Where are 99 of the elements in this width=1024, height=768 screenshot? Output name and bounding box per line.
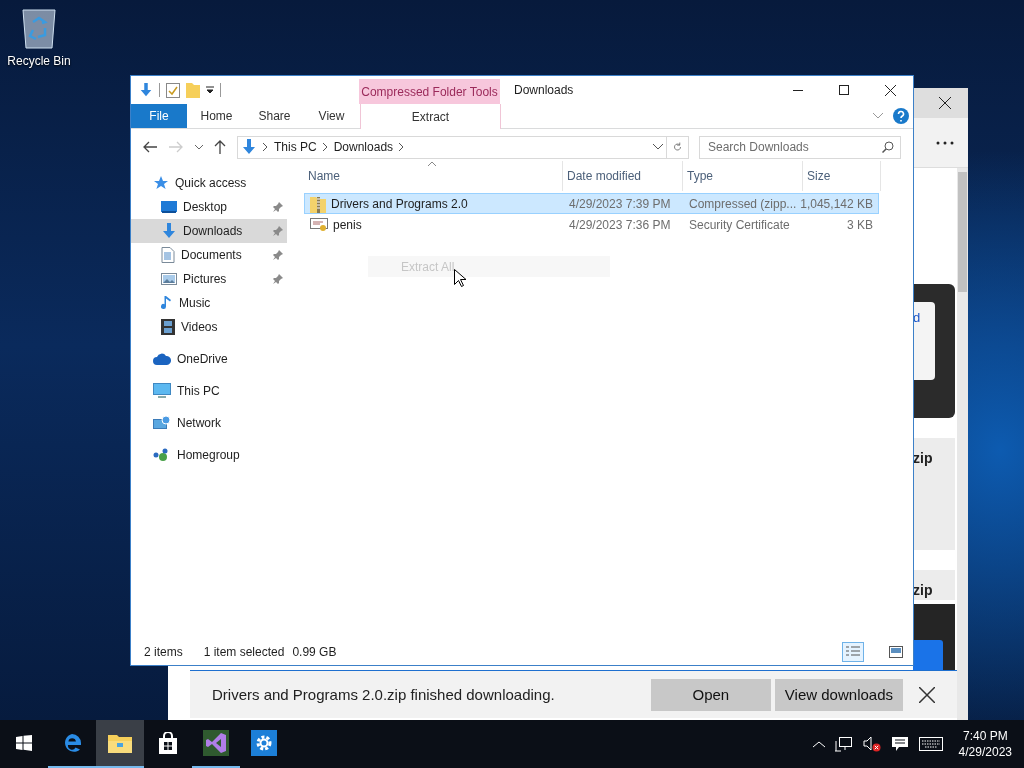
sort-caret-icon bbox=[428, 161, 436, 166]
taskbar-app[interactable] bbox=[96, 720, 144, 768]
help-icon[interactable] bbox=[893, 108, 909, 124]
selection-status: 1 item selected bbox=[203, 645, 285, 659]
ribbon-tab[interactable]: View bbox=[303, 104, 360, 128]
window-title: Downloads bbox=[514, 83, 574, 97]
ribbon-tab[interactable]: Home bbox=[187, 104, 246, 128]
file-name: zip bbox=[913, 450, 933, 468]
document-icon bbox=[161, 247, 175, 263]
music-note-icon bbox=[161, 295, 173, 311]
thumbnail-icon bbox=[889, 646, 903, 658]
file-row[interactable]: Drivers and Programs 2.0 4/29/2023 7:39 PM Compressed (zipp... 1,045,142 KB bbox=[304, 193, 879, 214]
chevron-right-icon[interactable] bbox=[399, 143, 405, 151]
recycle-bin-icon[interactable] bbox=[19, 6, 59, 50]
nav-item[interactable]: Network bbox=[131, 411, 291, 435]
windows-logo-icon bbox=[16, 735, 32, 751]
folder-icon[interactable] bbox=[108, 733, 132, 753]
date-cell-text: 4/29/2023 7:39 PM bbox=[568, 196, 672, 211]
pin-icon bbox=[273, 250, 283, 260]
minimize-icon bbox=[793, 89, 803, 91]
breadcrumb[interactable]: Downloads bbox=[330, 140, 397, 154]
close-icon bbox=[939, 97, 951, 109]
close-icon bbox=[884, 84, 896, 96]
nav-item[interactable]: Downloads bbox=[131, 219, 287, 243]
volume-muted-icon[interactable] bbox=[862, 736, 881, 752]
file-name: zip bbox=[913, 582, 933, 600]
type-cell-text: Security Certificate bbox=[688, 217, 791, 232]
chevron-down-icon bbox=[195, 144, 203, 150]
ribbon-tab[interactable]: Extract bbox=[360, 104, 501, 129]
column-header[interactable]: Date modified bbox=[563, 161, 683, 191]
caret-icon[interactable] bbox=[206, 86, 214, 94]
more-icon[interactable] bbox=[936, 140, 954, 145]
file-name: Drivers and Programs 2.0 bbox=[331, 196, 468, 211]
details-list-icon bbox=[845, 645, 861, 659]
nav-item[interactable]: Quick access bbox=[131, 171, 291, 195]
file-row[interactable]: penis 4/29/2023 7:36 PM Security Certificate 3 KB bbox=[304, 214, 879, 235]
selection-size: 0.99 GB bbox=[292, 645, 337, 659]
nav-item[interactable]: Homegroup bbox=[131, 443, 291, 467]
ribbon-tab[interactable]: File bbox=[131, 104, 187, 128]
item-count: 2 items bbox=[144, 645, 183, 659]
address-bar[interactable]: This PC Downloads bbox=[237, 135, 689, 159]
pin-icon bbox=[273, 274, 283, 284]
chevron-down-icon[interactable] bbox=[653, 144, 663, 150]
cloud-icon bbox=[153, 353, 171, 365]
clock[interactable]: 7:40 PM 4/29/2023 bbox=[958, 729, 1012, 759]
nav-item[interactable]: OneDrive bbox=[131, 347, 291, 371]
clock-date: 4/29/2023 bbox=[958, 745, 1012, 759]
ribbon-tab[interactable]: Share bbox=[246, 104, 303, 128]
up-arrow-icon bbox=[214, 140, 226, 154]
context-tab-header: Compressed Folder Tools bbox=[359, 79, 500, 104]
scrollbar-thumb[interactable] bbox=[958, 172, 967, 292]
pin-icon bbox=[273, 226, 283, 236]
action-center-icon[interactable] bbox=[890, 736, 909, 752]
maximize-icon bbox=[839, 85, 849, 95]
download-message: Drivers and Programs 2.0.zip finished downloading. bbox=[212, 686, 556, 703]
keyboard-icon[interactable] bbox=[918, 737, 943, 751]
chevron-right-icon[interactable] bbox=[263, 143, 268, 151]
download-arrow-icon[interactable] bbox=[139, 82, 153, 98]
column-header[interactable]: Size bbox=[803, 161, 881, 191]
file-name: penis bbox=[333, 217, 362, 232]
forward-arrow-icon bbox=[169, 141, 183, 153]
clock-time: 7:40 PM bbox=[962, 729, 1008, 743]
date-cell-text: 4/29/2023 7:36 PM bbox=[568, 217, 672, 232]
open-button[interactable]: Open bbox=[650, 678, 771, 711]
nav-item[interactable]: Documents bbox=[131, 243, 287, 267]
nav-item[interactable]: Desktop bbox=[131, 195, 287, 219]
computer-icon bbox=[153, 383, 171, 399]
back-arrow-icon bbox=[143, 141, 157, 153]
network-icon[interactable] bbox=[834, 736, 853, 752]
nav-item[interactable]: Music bbox=[131, 291, 287, 315]
breadcrumb[interactable]: This PC bbox=[271, 140, 320, 154]
nav-item[interactable]: Pictures bbox=[131, 267, 287, 291]
chevron-up-icon[interactable] bbox=[812, 740, 825, 748]
column-header[interactable]: Name bbox=[304, 161, 563, 191]
properties-icon[interactable] bbox=[166, 82, 180, 98]
view-downloads-button[interactable]: View downloads bbox=[774, 678, 903, 711]
nav-item[interactable]: Videos bbox=[131, 315, 287, 339]
close-icon bbox=[919, 686, 935, 703]
network-icon bbox=[153, 415, 171, 431]
film-icon bbox=[161, 319, 175, 335]
pin-icon bbox=[273, 202, 283, 212]
zip-folder-icon bbox=[310, 194, 326, 213]
search-icon[interactable] bbox=[882, 140, 894, 153]
gear-icon[interactable] bbox=[251, 730, 277, 756]
download-arrow-icon bbox=[161, 223, 177, 239]
size-cell-text: 3 KB bbox=[846, 217, 874, 232]
column-header[interactable]: Type bbox=[683, 161, 803, 191]
refresh-icon bbox=[673, 141, 682, 153]
chevron-right-icon[interactable] bbox=[322, 143, 328, 151]
download-arrow-icon bbox=[241, 139, 257, 155]
desktop-icon bbox=[161, 200, 177, 214]
nav-item[interactable]: This PC bbox=[131, 379, 291, 403]
shopping-bag-icon[interactable] bbox=[158, 732, 178, 754]
certificate-icon bbox=[310, 216, 328, 233]
search-field[interactable]: Search Downloads bbox=[699, 135, 901, 159]
desktop-icon-label: Recycle Bin bbox=[7, 54, 71, 68]
link-text[interactable]: d bbox=[913, 310, 921, 380]
picture-icon bbox=[161, 272, 177, 286]
star-icon bbox=[153, 175, 169, 191]
